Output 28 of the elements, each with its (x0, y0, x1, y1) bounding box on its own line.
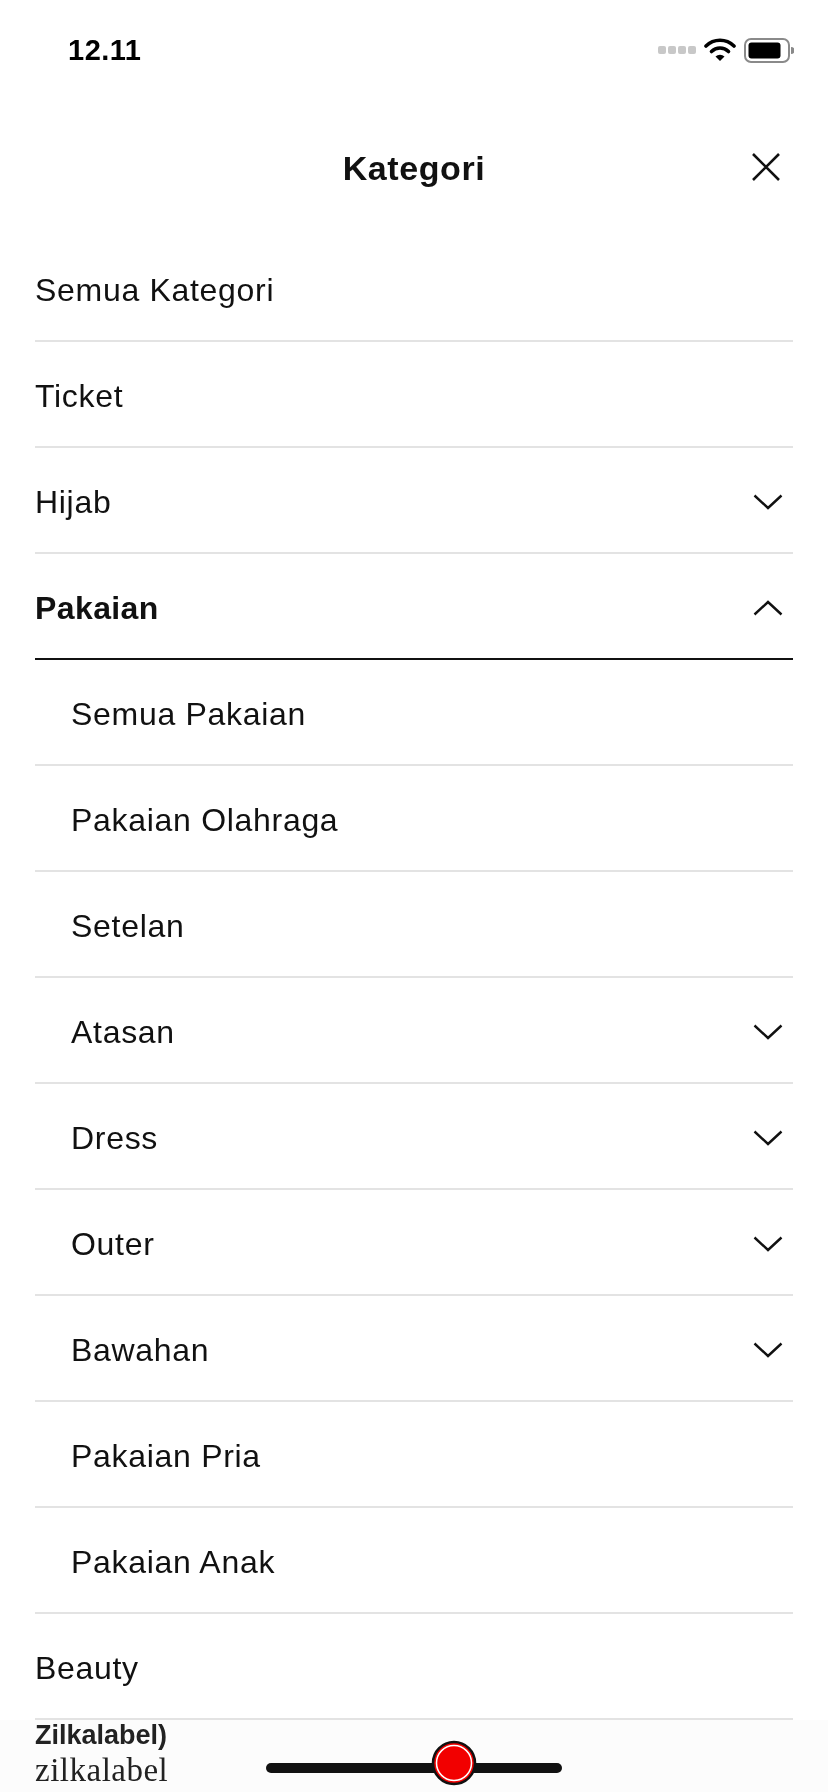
chevron-up-icon (753, 600, 783, 616)
chevron-down-icon (753, 1342, 783, 1358)
category-item[interactable]: Outer (35, 1190, 793, 1296)
category-item[interactable]: Dress (35, 1084, 793, 1190)
status-time: 12.11 (68, 33, 142, 67)
sheet-title: Kategori (342, 148, 486, 188)
category-item[interactable]: Bawahan (35, 1296, 793, 1402)
category-item[interactable]: Semua Kategori (35, 236, 793, 342)
category-item[interactable]: Hijab (35, 448, 793, 554)
category-item[interactable]: Semua Pakaian (35, 660, 793, 766)
category-item[interactable]: Pakaian Pria (35, 1402, 793, 1508)
brand-text: zilkalabel (35, 1752, 169, 1788)
chevron-down-icon (753, 1024, 783, 1040)
close-icon (751, 152, 781, 182)
chevron-down-icon (753, 1130, 783, 1146)
signal-icon (658, 45, 696, 55)
category-item[interactable]: Atasan (35, 978, 793, 1084)
category-item[interactable]: Setelan (35, 872, 793, 978)
chevron-down-icon (753, 1236, 783, 1252)
caption-text: Zilkalabel) (35, 1720, 168, 1750)
chevron-down-icon (753, 494, 783, 510)
wifi-icon (704, 38, 736, 62)
touch-indicator-icon (431, 1740, 477, 1786)
category-item[interactable]: Pakaian Olahraga (35, 766, 793, 872)
category-item[interactable]: Pakaian Anak (35, 1508, 793, 1614)
battery-icon (744, 37, 794, 63)
category-item[interactable]: Ticket (35, 342, 793, 448)
category-item[interactable]: Pakaian (35, 554, 793, 660)
